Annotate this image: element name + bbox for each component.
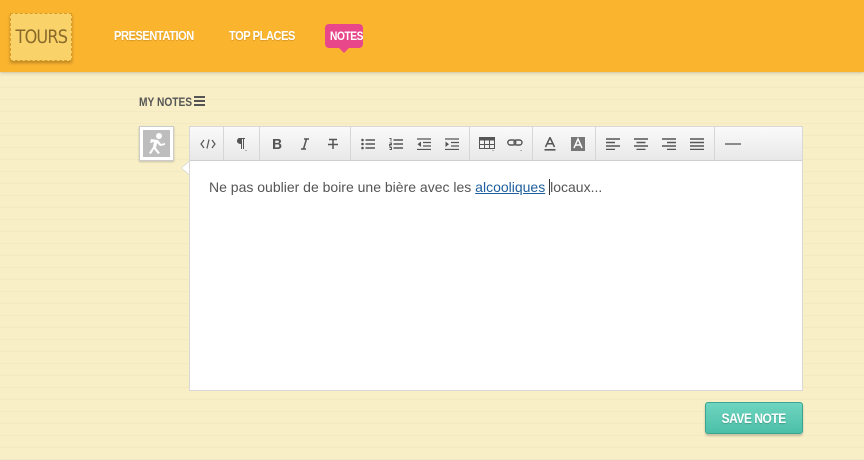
bold-icon[interactable] [265, 133, 289, 155]
save-note-button[interactable]: SAVE NOTE [705, 402, 803, 434]
justify-icon[interactable] [685, 133, 709, 155]
nav-notes[interactable]: NOTES [325, 24, 363, 53]
nav-presentation[interactable]: PRESENTATION [114, 28, 194, 43]
logo[interactable]: TOURS [10, 13, 72, 61]
rich-text-editor[interactable]: Ne pas oublier de boire une bière avec l… [189, 126, 803, 391]
font-color-icon[interactable] [538, 133, 562, 155]
align-left-icon[interactable] [601, 133, 625, 155]
user-silhouette-icon [143, 130, 170, 157]
nav-top-places[interactable]: TOP PLACES [229, 28, 295, 43]
unordered-list-icon[interactable] [356, 133, 380, 155]
align-center-icon[interactable] [629, 133, 653, 155]
menu-icon[interactable] [194, 96, 205, 107]
link-icon[interactable] [503, 133, 527, 155]
background-color-icon[interactable] [566, 133, 590, 155]
note-content[interactable]: Ne pas oublier de boire une bière avec l… [209, 179, 602, 195]
italic-icon[interactable] [293, 133, 317, 155]
editor-toolbar [190, 127, 802, 161]
note-link[interactable]: alcooliques [475, 179, 545, 195]
indent-icon[interactable] [440, 133, 464, 155]
code-icon[interactable] [196, 133, 220, 155]
ordered-list-icon[interactable] [384, 133, 408, 155]
horizontal-rule-icon[interactable] [721, 133, 745, 155]
outdent-icon[interactable] [412, 133, 436, 155]
page-title: MY NOTES [139, 95, 193, 109]
avatar [139, 126, 174, 161]
top-navigation-bar: TOURS PRESENTATION TOP PLACES NOTES [0, 0, 864, 72]
paragraph-icon[interactable] [229, 133, 253, 155]
strikethrough-icon[interactable] [321, 133, 345, 155]
align-right-icon[interactable] [657, 133, 681, 155]
table-icon[interactable] [475, 133, 499, 155]
